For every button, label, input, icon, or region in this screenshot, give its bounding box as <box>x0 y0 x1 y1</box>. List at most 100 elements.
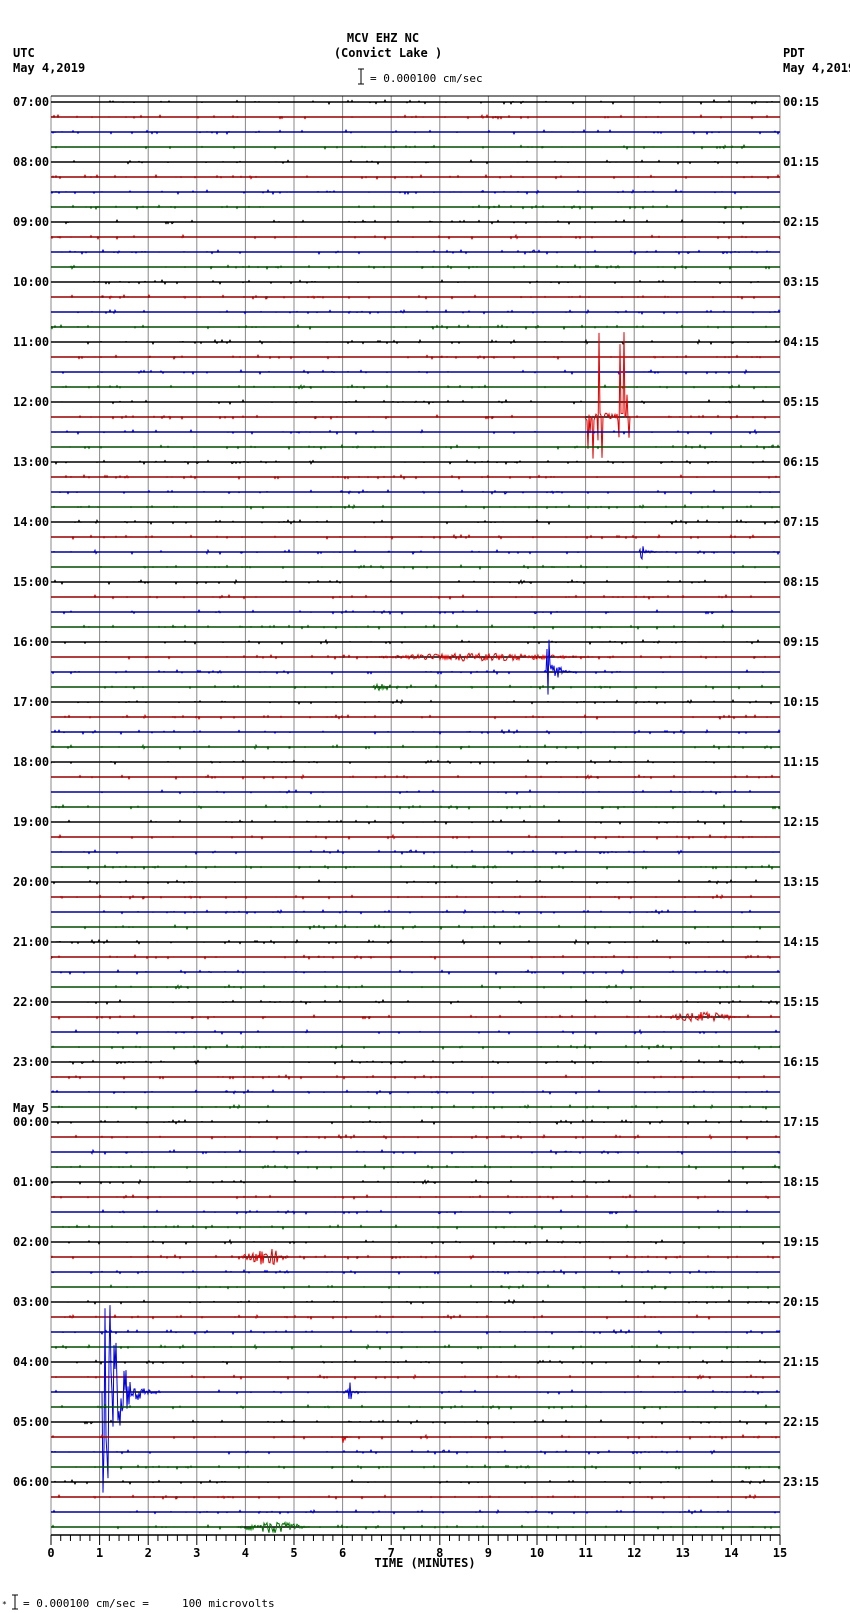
utc-hour-label: 21:00 <box>13 935 49 949</box>
seismic-trace <box>51 1223 780 1230</box>
utc-hour-label: 04:00 <box>13 1355 49 1369</box>
location-title: (Convict Lake ) <box>334 46 442 60</box>
pdt-time-label: 18:15 <box>783 1175 819 1189</box>
seismic-trace <box>51 1028 780 1035</box>
helicorder-plot: MCV EHZ NC (Convict Lake ) UTC May 4,201… <box>2 31 850 1610</box>
seismic-trace <box>50 954 780 961</box>
seismic-trace <box>51 1103 780 1110</box>
utc-hour-label: 19:00 <box>13 815 49 829</box>
seismic-trace <box>51 354 780 361</box>
x-tick-label: 14 <box>724 1546 738 1560</box>
x-tick-label: 5 <box>290 1546 297 1560</box>
utc-hour-label: 08:00 <box>13 155 49 169</box>
pdt-time-label: 17:15 <box>783 1115 819 1129</box>
pdt-time-label: 02:15 <box>783 215 819 229</box>
seismic-trace <box>51 1238 781 1246</box>
seismic-trace <box>51 219 780 225</box>
pdt-time-label: 04:15 <box>783 335 819 349</box>
seismic-trace <box>51 248 780 255</box>
traces <box>50 98 781 1534</box>
seismic-trace <box>51 1328 781 1336</box>
utc-hour-label: 06:00 <box>13 1475 49 1489</box>
utc-hour-label: 17:00 <box>13 695 49 709</box>
pdt-time-label: 13:15 <box>783 875 819 889</box>
seismic-trace <box>51 609 780 615</box>
seismic-trace <box>51 368 780 376</box>
scale-bar-icon <box>358 68 364 85</box>
seismic-trace <box>51 489 780 495</box>
pdt-time-label: 22:15 <box>783 1415 819 1429</box>
seismic-trace <box>51 1464 781 1470</box>
pdt-time-label: 05:15 <box>783 395 819 409</box>
utc-hour-label: 10:00 <box>13 275 49 289</box>
seismic-trace <box>51 1433 780 1443</box>
x-tick-label: 0 <box>47 1546 54 1560</box>
seismic-trace <box>51 1193 780 1200</box>
seismic-trace <box>51 459 780 465</box>
seismic-trace <box>51 98 780 106</box>
seismic-trace <box>51 128 780 136</box>
seismic-trace <box>51 938 780 946</box>
seismic-trace <box>51 879 780 885</box>
seismic-trace <box>51 1493 780 1500</box>
seismic-trace <box>51 1209 780 1215</box>
utc-hour-label: 14:00 <box>13 515 49 529</box>
seismic-trace <box>51 908 780 915</box>
utc-hour-label: 09:00 <box>13 215 49 229</box>
seismic-trace <box>51 1305 780 1493</box>
seismic-trace <box>51 984 780 990</box>
seismic-trace <box>51 1373 780 1381</box>
utc-hour-label: 15:00 <box>13 575 49 589</box>
seismic-trace <box>51 1479 780 1485</box>
pdt-time-label: 19:15 <box>783 1235 819 1249</box>
seismic-trace <box>51 332 780 459</box>
seismic-trace <box>51 294 781 300</box>
seismic-trace <box>51 1133 780 1140</box>
seismic-trace <box>50 759 780 766</box>
x-tick-label: 13 <box>676 1546 690 1560</box>
seismic-trace <box>51 623 780 630</box>
pdt-time-label: 07:15 <box>783 515 819 529</box>
x-tick-label: 10 <box>530 1546 544 1560</box>
utc-hour-label: 13:00 <box>13 455 49 469</box>
seismic-trace <box>51 1284 780 1290</box>
seismic-trace <box>51 743 781 751</box>
seismic-trace <box>51 1089 780 1095</box>
pdt-time-label: 23:15 <box>783 1475 819 1489</box>
x-tick-label: 2 <box>145 1546 152 1560</box>
seismic-trace <box>51 998 780 1005</box>
seismic-trace <box>51 443 780 451</box>
seismic-trace <box>50 324 780 331</box>
seismic-trace <box>51 1343 780 1351</box>
seismic-trace <box>51 698 780 705</box>
seismic-trace <box>50 1248 780 1266</box>
utc-hour-label: 05:00 <box>13 1415 49 1429</box>
right-date: May 4,2019 <box>783 61 850 75</box>
x-tick-label: 1 <box>96 1546 103 1560</box>
x-axis-title: TIME (MINUTES) <box>374 1556 475 1570</box>
x-tick-label: 15 <box>773 1546 787 1560</box>
seismic-trace <box>51 1298 780 1305</box>
seismic-trace <box>51 864 780 870</box>
x-tick-label: 6 <box>339 1546 346 1560</box>
seismic-trace <box>51 173 780 180</box>
seismic-trace <box>51 308 781 315</box>
seismic-trace <box>51 1508 780 1515</box>
seismic-trace <box>51 474 780 480</box>
pdt-time-label: 09:15 <box>783 635 819 649</box>
seismic-trace <box>51 638 781 646</box>
right-timezone: PDT <box>783 46 805 60</box>
seismic-trace <box>51 682 780 692</box>
seismic-trace <box>51 849 780 855</box>
x-tick-label: 3 <box>193 1546 200 1560</box>
x-tick-label: 12 <box>627 1546 641 1560</box>
seismic-trace <box>51 1403 780 1410</box>
seismic-trace <box>51 803 781 810</box>
seismic-trace <box>51 593 780 600</box>
footer-mark: * <box>2 1600 7 1609</box>
seismic-trace <box>51 338 781 346</box>
utc-hour-label: 16:00 <box>13 635 49 649</box>
pdt-time-label: 00:15 <box>783 95 819 109</box>
pdt-time-label: 08:15 <box>783 575 819 589</box>
seismic-trace <box>51 1359 780 1366</box>
